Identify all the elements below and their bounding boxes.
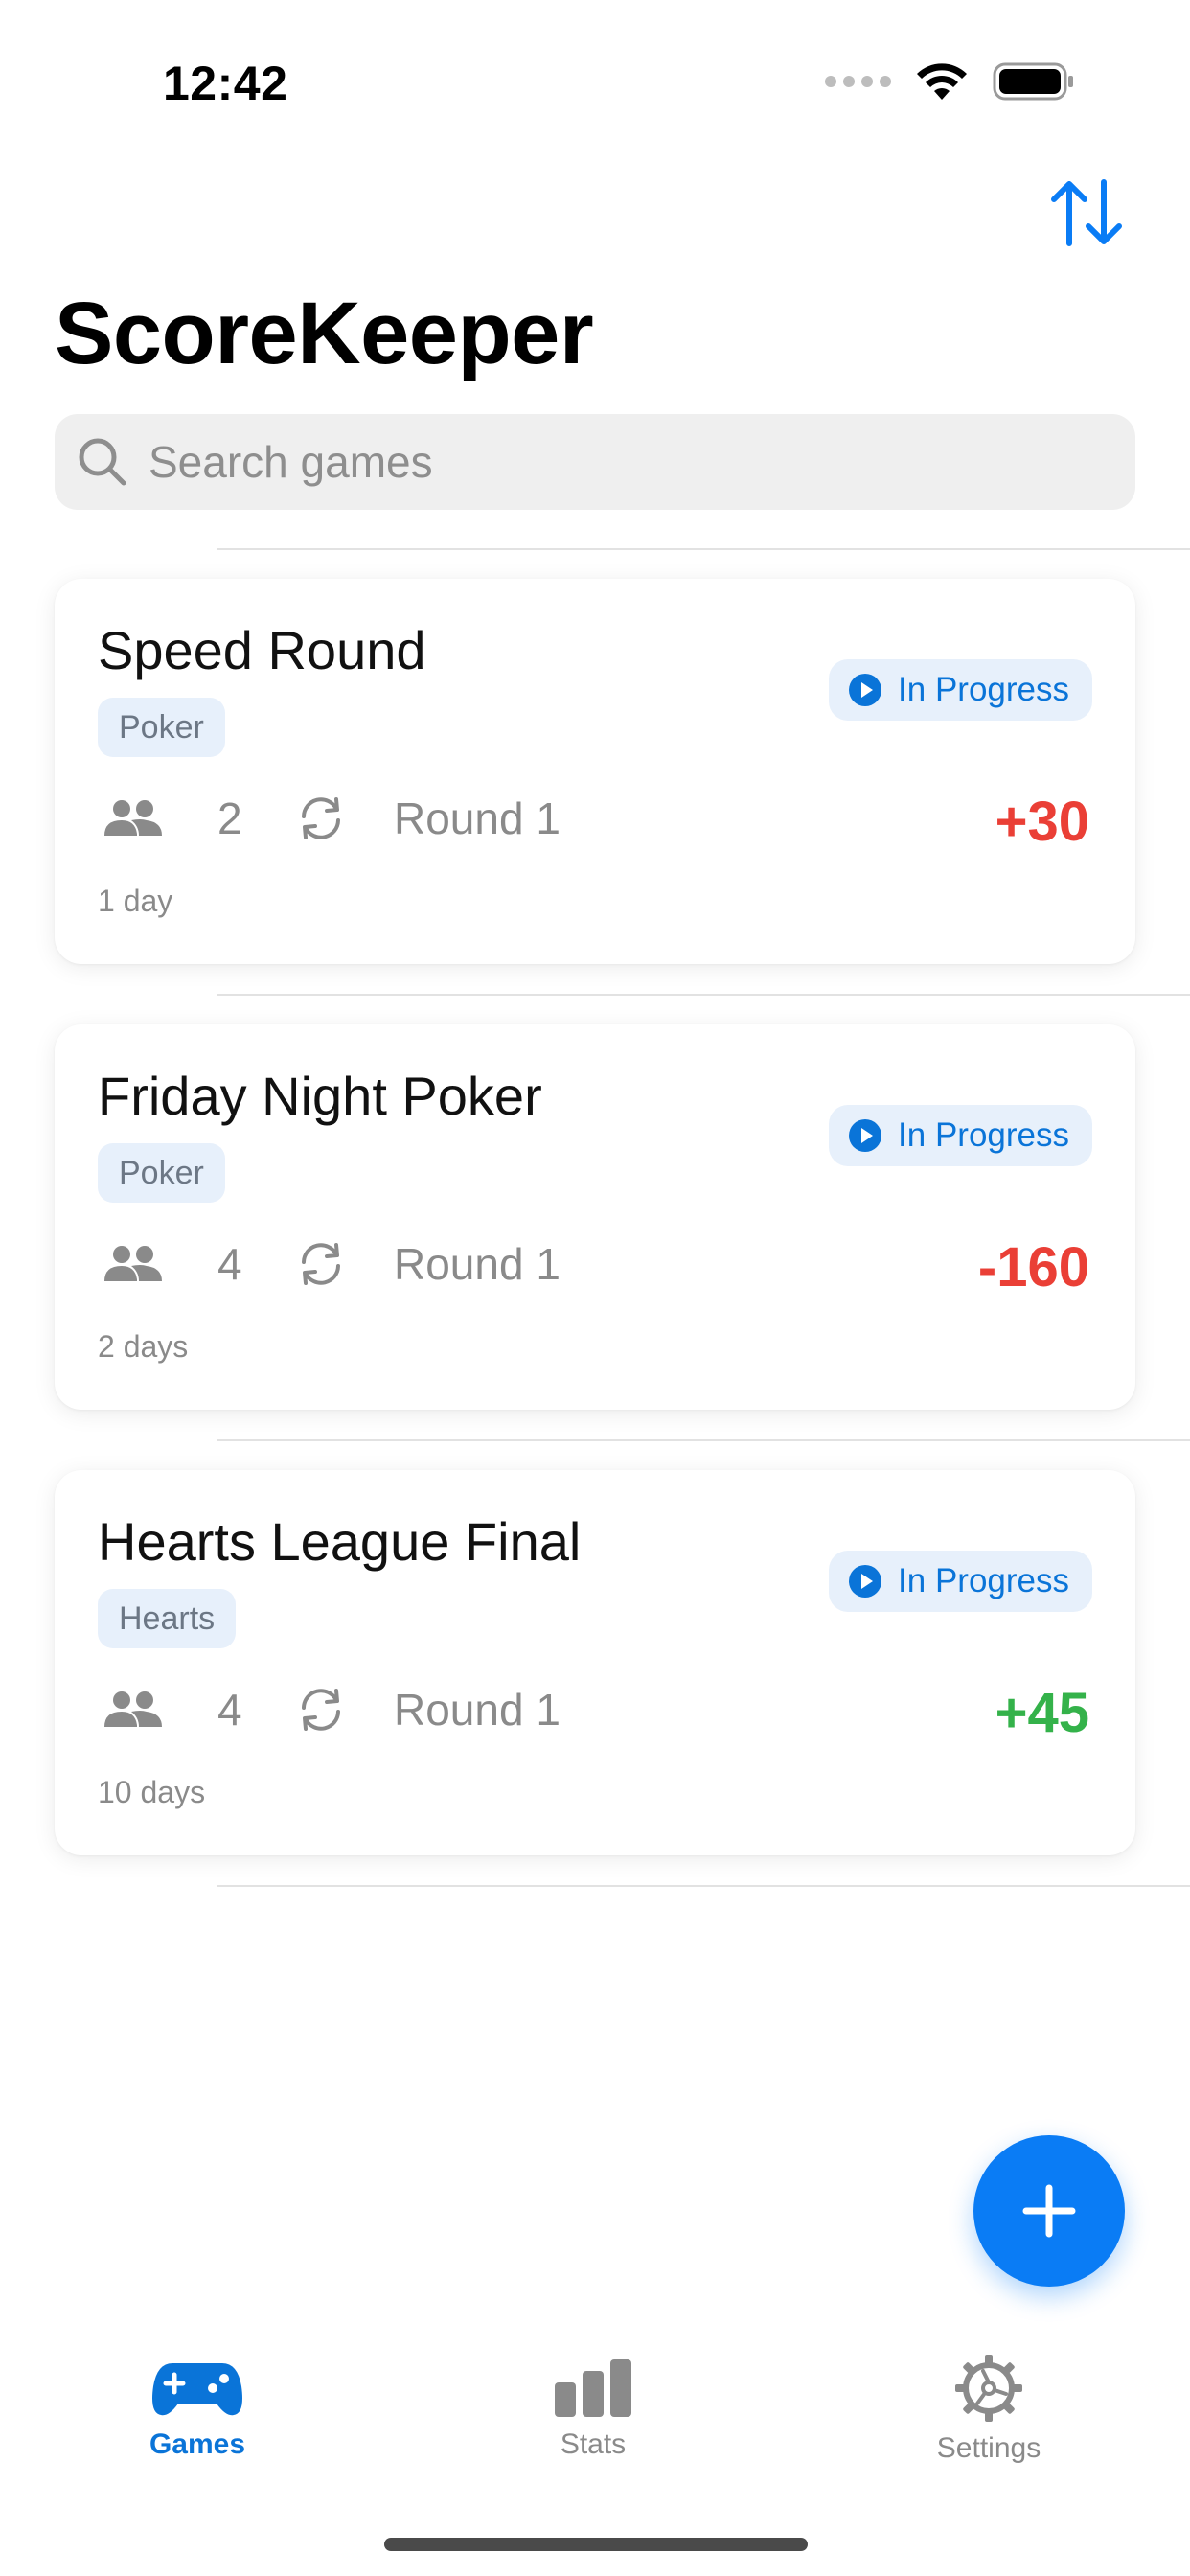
search-bar[interactable] <box>55 414 1135 510</box>
game-type-tag: Hearts <box>98 1589 237 1648</box>
wifi-icon <box>917 63 967 100</box>
game-title: Hearts League Final <box>98 1511 582 1572</box>
game-card-hearts-league-final[interactable]: Hearts League Final Hearts In Progress 4… <box>55 1470 1135 1855</box>
game-meta: 4 Round 1 <box>103 1683 561 1736</box>
screen: 12:42 ScoreKeeper Spe <box>0 0 1190 2576</box>
player-count: 2 <box>217 794 242 843</box>
tab-label: Games <box>149 2428 246 2460</box>
divider <box>217 1439 1190 1441</box>
people-icon <box>104 1691 162 1727</box>
cellular-signal-icon <box>825 76 891 87</box>
divider <box>217 1885 1190 1887</box>
sort-arrows-icon <box>1051 179 1122 246</box>
game-type-tag: Poker <box>98 698 225 757</box>
status-icons <box>825 61 1075 102</box>
people-icon <box>104 800 162 836</box>
plus-icon <box>1022 2184 1076 2238</box>
sort-button[interactable] <box>1046 174 1127 251</box>
tab-settings[interactable]: Settings <box>874 2355 1104 2465</box>
status-time: 12:42 <box>163 57 288 110</box>
status-badge: In Progress <box>829 1105 1092 1166</box>
search-icon <box>79 438 126 486</box>
round-label: Round 1 <box>394 1685 561 1735</box>
home-indicator[interactable] <box>384 2538 808 2551</box>
rounds-cycle-icon <box>302 797 340 840</box>
status-badge: In Progress <box>829 659 1092 721</box>
tab-label: Settings <box>936 2432 1041 2464</box>
status-badge: In Progress <box>829 1551 1092 1612</box>
tab-stats[interactable]: Stats <box>478 2358 708 2461</box>
battery-icon <box>993 62 1073 101</box>
gamecontroller-icon <box>152 2363 242 2416</box>
round-label: Round 1 <box>394 1239 561 1289</box>
status-text: In Progress <box>898 1562 1069 1599</box>
play-circle-icon <box>849 1565 882 1598</box>
game-type-tag: Poker <box>98 1143 225 1203</box>
people-icon <box>104 1246 162 1281</box>
game-card-friday-night-poker[interactable]: Friday Night Poker Poker In Progress 4 R… <box>55 1024 1135 1410</box>
score-value: +45 <box>995 1682 1089 1744</box>
game-title: Speed Round <box>98 620 426 680</box>
game-title: Friday Night Poker <box>98 1066 542 1126</box>
player-count: 4 <box>217 1239 242 1289</box>
status-text: In Progress <box>898 671 1069 708</box>
add-game-button[interactable] <box>973 2135 1125 2287</box>
play-circle-icon <box>849 1119 882 1152</box>
player-count: 4 <box>217 1685 242 1735</box>
last-played: 2 days <box>98 1329 189 1364</box>
page-title: ScoreKeeper <box>55 285 594 382</box>
round-label: Round 1 <box>394 794 561 843</box>
game-meta: 2 Round 1 <box>103 792 561 845</box>
search-input[interactable] <box>149 436 1068 488</box>
last-played: 10 days <box>98 1775 206 1809</box>
gear-icon <box>955 2355 1022 2422</box>
divider <box>217 548 1190 550</box>
divider <box>217 994 1190 996</box>
bar-chart-icon <box>555 2359 631 2417</box>
game-meta: 4 Round 1 <box>103 1237 561 1291</box>
status-text: In Progress <box>898 1116 1069 1154</box>
game-card-speed-round[interactable]: Speed Round Poker In Progress 2 Round 1 <box>55 579 1135 964</box>
score-value: -160 <box>977 1236 1089 1299</box>
tab-label: Stats <box>560 2428 627 2460</box>
score-value: +30 <box>995 791 1089 853</box>
rounds-cycle-icon <box>302 1243 340 1285</box>
rounds-cycle-icon <box>302 1689 340 1731</box>
tab-bar: Games Stats Settings <box>0 2355 1190 2530</box>
tab-games[interactable]: Games <box>82 2358 312 2461</box>
play-circle-icon <box>849 674 882 706</box>
last-played: 1 day <box>98 884 173 918</box>
